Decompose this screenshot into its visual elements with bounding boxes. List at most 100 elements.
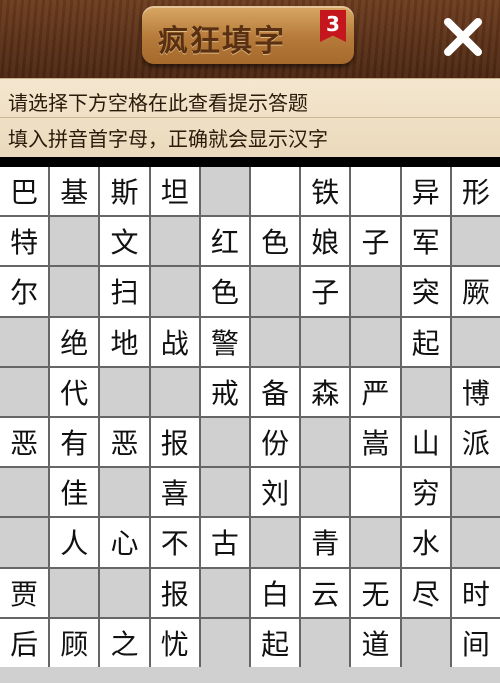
grid-cell[interactable] <box>351 468 400 517</box>
grid-cell[interactable]: 铁 <box>301 167 350 216</box>
hint-panel: 请选择下方空格在此查看提示答题 填入拼音首字母，正确就会显示汉字 <box>0 78 500 157</box>
grid-cell[interactable]: 起 <box>251 618 300 667</box>
grid-cell <box>0 518 49 567</box>
grid-cell[interactable]: 贾 <box>0 568 49 617</box>
grid-cell[interactable]: 人 <box>50 518 99 567</box>
grid-cell[interactable]: 水 <box>401 518 450 567</box>
grid-cell[interactable]: 道 <box>351 618 400 667</box>
hint-line-1: 请选择下方空格在此查看提示答题 <box>8 91 308 115</box>
close-button[interactable] <box>440 14 486 60</box>
grid-cell[interactable]: 山 <box>401 418 450 467</box>
close-icon <box>444 18 482 56</box>
grid-cell <box>401 367 450 416</box>
grid-cell[interactable]: 喜 <box>150 468 199 517</box>
grid-cell[interactable] <box>251 167 300 216</box>
grid-cell[interactable]: 坦 <box>150 167 199 216</box>
grid-cell <box>200 418 249 467</box>
grid-cell <box>301 317 350 366</box>
grid-cell[interactable]: 厥 <box>451 267 500 316</box>
grid-cell[interactable]: 派 <box>451 418 500 467</box>
grid-cell[interactable]: 森 <box>301 367 350 416</box>
grid-cell <box>351 267 400 316</box>
grid-cell[interactable]: 时 <box>451 568 500 617</box>
grid-cell <box>301 418 350 467</box>
grid-cell[interactable]: 代 <box>50 367 99 416</box>
hint-divider <box>0 117 500 118</box>
grid-cell[interactable]: 斯 <box>100 167 149 216</box>
grid-cell[interactable]: 刘 <box>251 468 300 517</box>
grid-cell[interactable]: 戒 <box>200 367 249 416</box>
grid-cell[interactable]: 异 <box>401 167 450 216</box>
grid-cell[interactable]: 红 <box>200 217 249 266</box>
grid-cell <box>301 468 350 517</box>
grid-cell[interactable]: 子 <box>351 217 400 266</box>
grid-cell[interactable]: 嵩 <box>351 418 400 467</box>
hint-line-2: 填入拼音首字母，正确就会显示汉字 <box>8 127 328 151</box>
grid-cell[interactable]: 博 <box>451 367 500 416</box>
grid-cell <box>150 217 199 266</box>
grid-cell <box>251 317 300 366</box>
grid-cell[interactable]: 份 <box>251 418 300 467</box>
header-bar: 疯狂填字 3 <box>0 0 500 78</box>
grid-cell[interactable] <box>351 167 400 216</box>
grid-cell[interactable]: 子 <box>301 267 350 316</box>
grid-cell[interactable]: 白 <box>251 568 300 617</box>
grid-cell[interactable]: 佳 <box>50 468 99 517</box>
bottom-strip <box>0 667 500 683</box>
grid-cell[interactable]: 有 <box>50 418 99 467</box>
grid-cell <box>200 618 249 667</box>
grid-cell <box>0 317 49 366</box>
grid-cell[interactable]: 青 <box>301 518 350 567</box>
grid-cell[interactable]: 云 <box>301 568 350 617</box>
grid-cell <box>200 468 249 517</box>
grid-cell[interactable]: 地 <box>100 317 149 366</box>
grid-cell[interactable]: 警 <box>200 317 249 366</box>
grid-cell[interactable]: 报 <box>150 418 199 467</box>
grid-cell <box>451 468 500 517</box>
grid-cell[interactable]: 军 <box>401 217 450 266</box>
grid-cell[interactable]: 色 <box>251 217 300 266</box>
grid-cell[interactable]: 无 <box>351 568 400 617</box>
grid-cell[interactable]: 顾 <box>50 618 99 667</box>
game-title: 疯狂填字 <box>158 24 286 59</box>
grid-cell[interactable]: 后 <box>0 618 49 667</box>
grid-cell[interactable]: 形 <box>451 167 500 216</box>
grid-cell[interactable]: 娘 <box>301 217 350 266</box>
grid-cell[interactable]: 突 <box>401 267 450 316</box>
grid-cell <box>251 267 300 316</box>
grid-cell <box>100 568 149 617</box>
grid-cell <box>150 367 199 416</box>
grid-cell[interactable]: 战 <box>150 317 199 366</box>
grid-cell <box>251 518 300 567</box>
grid-cell[interactable]: 报 <box>150 568 199 617</box>
grid-cell[interactable]: 之 <box>100 618 149 667</box>
app: 疯狂填字 3 请选择下方空格在此查看提示答题 填入拼音首字母，正确就会显示汉字 … <box>0 0 500 683</box>
grid-cell <box>451 317 500 366</box>
grid-cell[interactable]: 文 <box>100 217 149 266</box>
grid-cell <box>150 267 199 316</box>
grid-cell[interactable]: 绝 <box>50 317 99 366</box>
grid-cell[interactable]: 心 <box>100 518 149 567</box>
grid-cell[interactable]: 恶 <box>0 418 49 467</box>
grid-cell[interactable]: 尔 <box>0 267 49 316</box>
grid-cell <box>0 468 49 517</box>
grid-cell <box>301 618 350 667</box>
grid-cell[interactable]: 色 <box>200 267 249 316</box>
grid-cell[interactable]: 恶 <box>100 418 149 467</box>
level-number: 3 <box>326 12 340 36</box>
grid-cell[interactable]: 备 <box>251 367 300 416</box>
grid-cell[interactable]: 扫 <box>100 267 149 316</box>
grid-cell[interactable]: 尽 <box>401 568 450 617</box>
grid-cell[interactable]: 巴 <box>0 167 49 216</box>
grid-cell[interactable]: 忧 <box>150 618 199 667</box>
grid-cell[interactable]: 间 <box>451 618 500 667</box>
grid-cell <box>50 568 99 617</box>
grid-cell[interactable]: 基 <box>50 167 99 216</box>
grid-cell <box>451 518 500 567</box>
grid-cell[interactable]: 古 <box>200 518 249 567</box>
grid-cell[interactable]: 严 <box>351 367 400 416</box>
grid-cell[interactable]: 特 <box>0 217 49 266</box>
grid-cell[interactable]: 穷 <box>401 468 450 517</box>
grid-cell[interactable]: 起 <box>401 317 450 366</box>
grid-cell[interactable]: 不 <box>150 518 199 567</box>
